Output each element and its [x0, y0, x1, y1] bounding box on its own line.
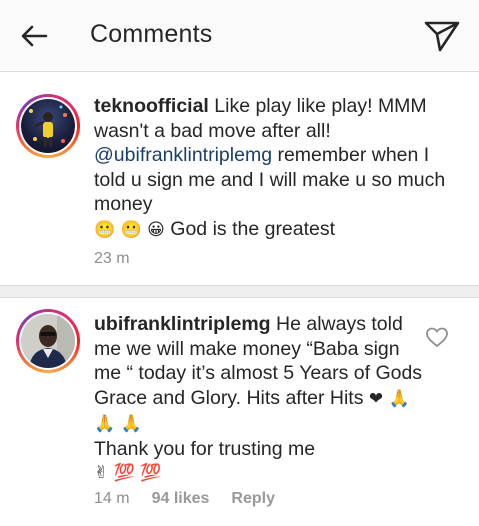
likes-count[interactable]: 94 likes [152, 490, 210, 508]
comment-body: God is the greatest [164, 217, 336, 240]
comment-time: 23 m [94, 250, 130, 267]
emoji-group: ✌ 💯 💯 [94, 463, 162, 483]
comment-text: ubifranklintriplemg He always told me we… [94, 312, 424, 486]
like-button[interactable] [425, 326, 449, 348]
comment-meta: 14 m 94 likes Reply [94, 490, 275, 508]
heart-outline-icon [426, 327, 448, 347]
avatar-image [21, 314, 75, 368]
divider [0, 285, 479, 298]
comments-header: Comments [0, 0, 479, 72]
reply-button[interactable]: Reply [231, 490, 275, 508]
heart-emoji: ❤ [368, 388, 384, 409]
share-button[interactable] [420, 16, 464, 56]
page-title: Comments [90, 20, 213, 48]
avatar[interactable] [16, 309, 80, 373]
comment-item: ubifranklintriplemg He always told me we… [0, 298, 479, 526]
comment-meta: 23 m [94, 250, 130, 268]
back-arrow-icon [21, 25, 48, 47]
comment-item: teknoofficial Like play like play! MMM w… [0, 72, 479, 284]
avatar-image [21, 99, 75, 153]
comment-text: teknoofficial Like play like play! MMM w… [94, 94, 464, 242]
direct-message-icon [424, 21, 460, 52]
avatar[interactable] [16, 94, 80, 158]
comment-body: Thank you for trusting me [94, 437, 316, 460]
comment-username[interactable]: teknoofficial [94, 95, 209, 117]
comment-time: 14 m [94, 490, 130, 507]
comment-username[interactable]: ubifranklintriplemg [94, 313, 271, 335]
emoji-group: 😬 😬 😀 [94, 219, 165, 240]
back-button[interactable] [14, 18, 54, 54]
mention-link[interactable]: @ubifranklintriplemg [94, 144, 272, 166]
